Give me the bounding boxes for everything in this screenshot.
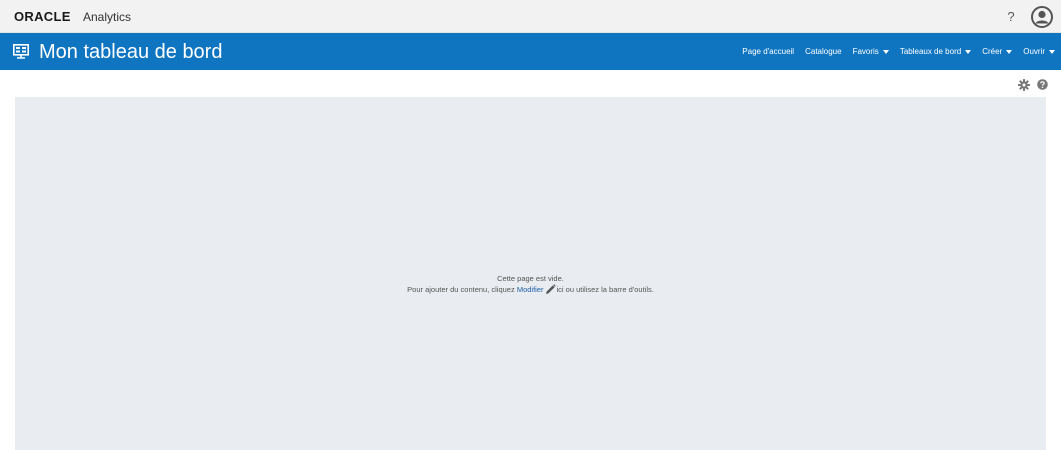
chevron-down-icon: [1006, 49, 1013, 54]
nav-catalog-label: Catalogue: [805, 46, 842, 56]
gear-icon[interactable]: [1018, 79, 1030, 91]
nav-home-label: Page d'accueil: [742, 46, 795, 56]
global-help-button[interactable]: ?: [1004, 9, 1018, 25]
branding-bar: ORACLE Analytics ?: [0, 0, 1061, 33]
nav-dashboards[interactable]: Tableaux de bord: [899, 46, 972, 57]
chevron-down-icon: [1049, 49, 1055, 54]
dashboard-icon: [13, 44, 29, 59]
nav-favorites-label: Favoris: [852, 46, 879, 56]
nav-home[interactable]: Page d'accueil: [742, 47, 794, 57]
chevron-down-icon: [965, 49, 972, 54]
nav-create[interactable]: Créer: [982, 46, 1013, 57]
help-icon[interactable]: [1037, 79, 1048, 90]
empty-state-prefix: Pour ajouter du contenu, cliquez: [407, 285, 515, 294]
pencil-icon[interactable]: [545, 284, 556, 295]
empty-state-suffix: ici ou utilisez la barre d'outils.: [556, 285, 654, 294]
empty-state-message: Cette page est vide. Pour ajouter du con…: [15, 273, 1046, 295]
oracle-logo: ORACLE: [14, 9, 71, 24]
nav-catalog[interactable]: Catalogue: [805, 47, 841, 57]
user-avatar-icon[interactable]: [1031, 6, 1053, 28]
page-title: Mon tableau de bord: [39, 41, 223, 63]
chevron-down-icon: [882, 49, 889, 54]
nav-dashboards-label: Tableaux de bord: [899, 46, 962, 56]
nav-open[interactable]: Ouvrir: [1023, 47, 1055, 57]
header-nav: Page d'accueil Catalogue Favoris Tableau…: [731, 33, 1055, 70]
nav-create-label: Créer: [982, 46, 1003, 56]
dashboard-header: Mon tableau de bord Page d'accueil Catal…: [0, 33, 1061, 70]
empty-state-line1: Cette page est vide.: [497, 274, 564, 283]
empty-state-line2: Pour ajouter du contenu, cliquez Modifie…: [407, 284, 654, 295]
dashboard-canvas: Cette page est vide. Pour ajouter du con…: [15, 97, 1046, 450]
nav-open-label: Ouvrir: [1023, 46, 1045, 56]
nav-favorites[interactable]: Favoris: [853, 47, 889, 57]
product-name: Analytics: [83, 10, 132, 24]
edit-link[interactable]: Modifier: [517, 284, 544, 295]
